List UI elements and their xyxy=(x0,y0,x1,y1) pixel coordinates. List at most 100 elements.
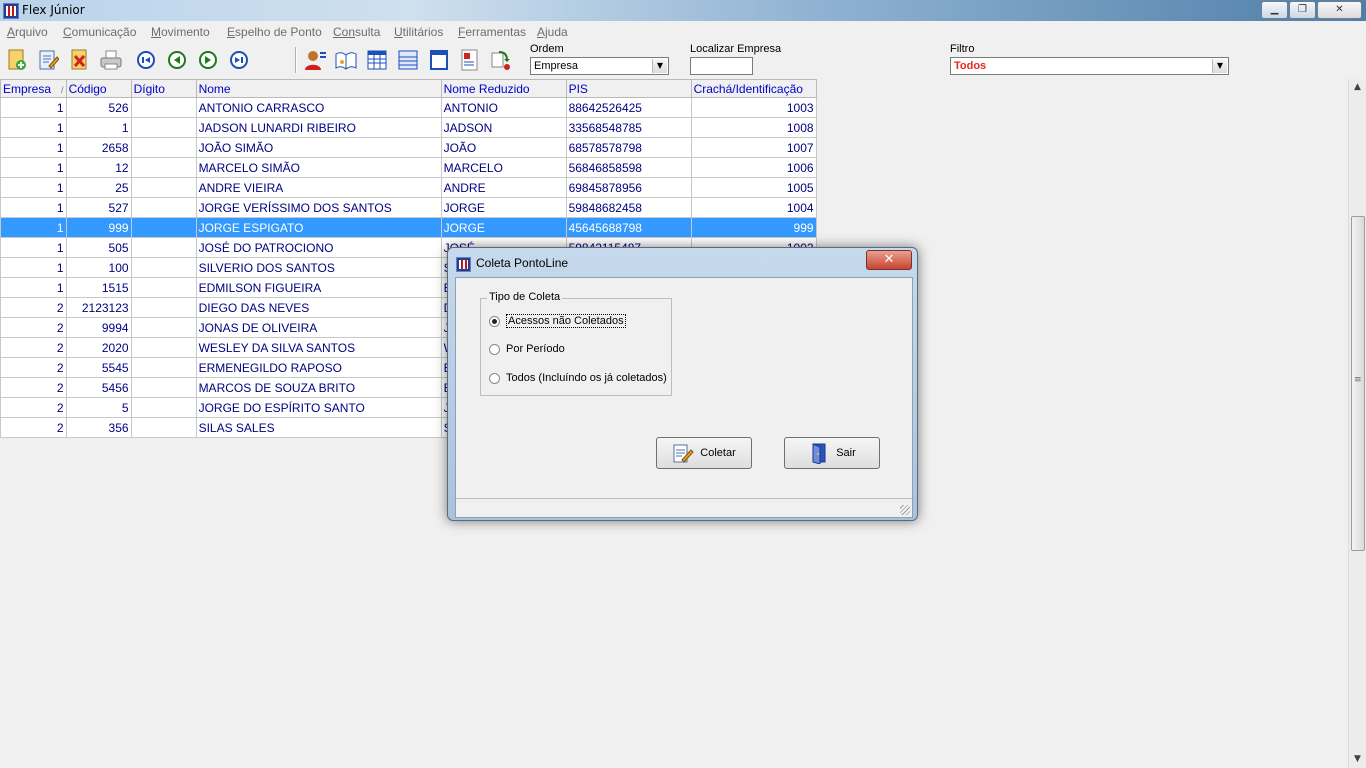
menu-utilitarios[interactable]: Utilitários xyxy=(394,25,443,39)
menu-arquivo[interactable]: Arquivo xyxy=(7,25,48,39)
transfer-button[interactable] xyxy=(489,47,513,73)
cell-empresa[interactable]: 2 xyxy=(0,297,67,318)
cell-cracha[interactable]: 1006 xyxy=(690,157,817,178)
cell-digito[interactable] xyxy=(130,117,197,138)
cell-nome[interactable]: EDMILSON FIGUEIRA xyxy=(195,277,442,298)
delete-record-button[interactable] xyxy=(67,47,91,73)
dialog-close-button[interactable]: ✕ xyxy=(866,250,912,270)
table-row[interactable]: 1 527 JORGE VERÍSSIMO DOS SANTOS JORGE 59848… xyxy=(0,197,817,218)
cell-digito[interactable] xyxy=(130,317,197,338)
cell-codigo[interactable]: 356 xyxy=(65,417,132,438)
next-record-button[interactable] xyxy=(196,47,220,73)
cell-empresa[interactable]: 2 xyxy=(0,377,67,398)
cell-digito[interactable] xyxy=(130,197,197,218)
cell-digito[interactable] xyxy=(130,417,197,438)
cell-nome[interactable]: SILAS SALES xyxy=(195,417,442,438)
calendar-button[interactable] xyxy=(365,47,389,73)
table-row[interactable]: 1 2658 JOÃO SIMÃO JOÃO 68578578798 1007 xyxy=(0,137,817,158)
report-button[interactable] xyxy=(396,47,420,73)
cell-digito[interactable] xyxy=(130,357,197,378)
cell-cracha[interactable]: 1008 xyxy=(690,117,817,138)
restore-button[interactable]: ❐ xyxy=(1289,1,1316,19)
cell-digito[interactable] xyxy=(130,237,197,258)
cell-empresa[interactable]: 2 xyxy=(0,417,67,438)
option-por-periodo[interactable]: Por Período xyxy=(489,343,565,355)
cell-nome[interactable]: DIEGO DAS NEVES xyxy=(195,297,442,318)
cell-nome[interactable]: JOÃO SIMÃO xyxy=(195,137,442,158)
cell-digito[interactable] xyxy=(130,97,197,118)
cell-nome[interactable]: JORGE DO ESPÍRITO SANTO xyxy=(195,397,442,418)
scroll-up-icon[interactable]: ▲ xyxy=(1349,79,1366,96)
cell-nome[interactable]: MARCOS DE SOUZA BRITO xyxy=(195,377,442,398)
cell-empresa[interactable]: 2 xyxy=(0,317,67,338)
cell-nome[interactable]: JORGE VERÍSSIMO DOS SANTOS xyxy=(195,197,442,218)
table-row[interactable]: 1 12 MARCELO SIMÃO MARCELO 56846858598 1006 xyxy=(0,157,817,178)
cell-cracha[interactable]: 1004 xyxy=(690,197,817,218)
cell-empresa[interactable]: 2 xyxy=(0,337,67,358)
column-header-nome-reduzido[interactable]: Nome Reduzido xyxy=(440,79,567,98)
menu-movimento[interactable]: Movimento xyxy=(151,25,210,39)
cell-empresa[interactable]: 1 xyxy=(0,177,67,198)
cell-reduzido[interactable]: JORGE xyxy=(440,197,567,218)
cell-digito[interactable] xyxy=(130,137,197,158)
menu-comunicacao[interactable]: Comunicação xyxy=(63,25,136,39)
previous-record-button[interactable] xyxy=(165,47,189,73)
cell-codigo[interactable]: 1 xyxy=(65,117,132,138)
cell-empresa[interactable]: 2 xyxy=(0,357,67,378)
cell-digito[interactable] xyxy=(130,217,197,238)
cell-digito[interactable] xyxy=(130,157,197,178)
column-header-cracha[interactable]: Crachá/Identificação xyxy=(690,79,817,98)
cell-codigo[interactable]: 5 xyxy=(65,397,132,418)
cell-pis[interactable]: 45645688798 xyxy=(565,217,692,238)
menu-consulta[interactable]: Consulta xyxy=(333,25,380,39)
minimize-button[interactable]: ▁ xyxy=(1261,1,1288,19)
first-record-button[interactable] xyxy=(134,47,158,73)
size-grip[interactable] xyxy=(900,505,910,515)
filtro-select[interactable]: Todos ▼ xyxy=(950,57,1229,75)
cell-pis[interactable]: 69845878956 xyxy=(565,177,692,198)
cell-reduzido[interactable]: JADSON xyxy=(440,117,567,138)
radio-icon[interactable] xyxy=(489,315,500,327)
scroll-down-icon[interactable]: ▼ xyxy=(1349,751,1366,768)
chevron-down-icon[interactable]: ▼ xyxy=(652,59,667,73)
cell-codigo[interactable]: 1515 xyxy=(65,277,132,298)
cell-codigo[interactable]: 12 xyxy=(65,157,132,178)
cell-codigo[interactable]: 2658 xyxy=(65,137,132,158)
cell-empresa[interactable]: 2 xyxy=(0,397,67,418)
cell-empresa[interactable]: 1 xyxy=(0,97,67,118)
cell-digito[interactable] xyxy=(130,257,197,278)
coletar-button[interactable]: Coletar xyxy=(656,437,752,469)
cell-digito[interactable] xyxy=(130,337,197,358)
cell-empresa[interactable]: 1 xyxy=(0,257,67,278)
cell-empresa[interactable]: 1 xyxy=(0,137,67,158)
ordem-select[interactable]: Empresa ▼ xyxy=(530,57,669,75)
cell-nome[interactable]: ANTONIO CARRASCO xyxy=(195,97,442,118)
document-button[interactable] xyxy=(458,47,482,73)
cell-codigo[interactable]: 526 xyxy=(65,97,132,118)
cell-cracha[interactable]: 999 xyxy=(690,217,817,238)
menu-ajuda[interactable]: Ajuda xyxy=(537,25,568,39)
cell-nome[interactable]: JADSON LUNARDI RIBEIRO xyxy=(195,117,442,138)
window-button[interactable] xyxy=(427,47,451,73)
print-button[interactable] xyxy=(99,47,123,73)
column-header-digito[interactable]: Dígito xyxy=(130,79,197,98)
cell-reduzido[interactable]: MARCELO xyxy=(440,157,567,178)
cell-nome[interactable]: WESLEY DA SILVA SANTOS xyxy=(195,337,442,358)
menu-ferramentas[interactable]: Ferramentas xyxy=(458,25,526,39)
cell-nome[interactable]: JORGE ESPIGATO xyxy=(195,217,442,238)
cell-empresa[interactable]: 1 xyxy=(0,157,67,178)
edit-record-button[interactable] xyxy=(36,47,60,73)
cell-nome[interactable]: JONAS DE OLIVEIRA xyxy=(195,317,442,338)
cell-codigo[interactable]: 5545 xyxy=(65,357,132,378)
cell-reduzido[interactable]: ANTONIO xyxy=(440,97,567,118)
cell-empresa[interactable]: 1 xyxy=(0,117,67,138)
cell-reduzido[interactable]: JOÃO xyxy=(440,137,567,158)
table-row[interactable]: 1 25 ANDRE VIEIRA ANDRE 69845878956 1005 xyxy=(0,177,817,198)
table-row[interactable]: 1 1 JADSON LUNARDI RIBEIRO JADSON 3356854878… xyxy=(0,117,817,138)
cell-codigo[interactable]: 527 xyxy=(65,197,132,218)
cell-codigo[interactable]: 5456 xyxy=(65,377,132,398)
sair-button[interactable]: Sair xyxy=(784,437,880,469)
cell-empresa[interactable]: 1 xyxy=(0,217,67,238)
cell-codigo[interactable]: 2020 xyxy=(65,337,132,358)
table-row[interactable]: 1 999 JORGE ESPIGATO JORGE 45645688798 999 xyxy=(0,217,817,238)
